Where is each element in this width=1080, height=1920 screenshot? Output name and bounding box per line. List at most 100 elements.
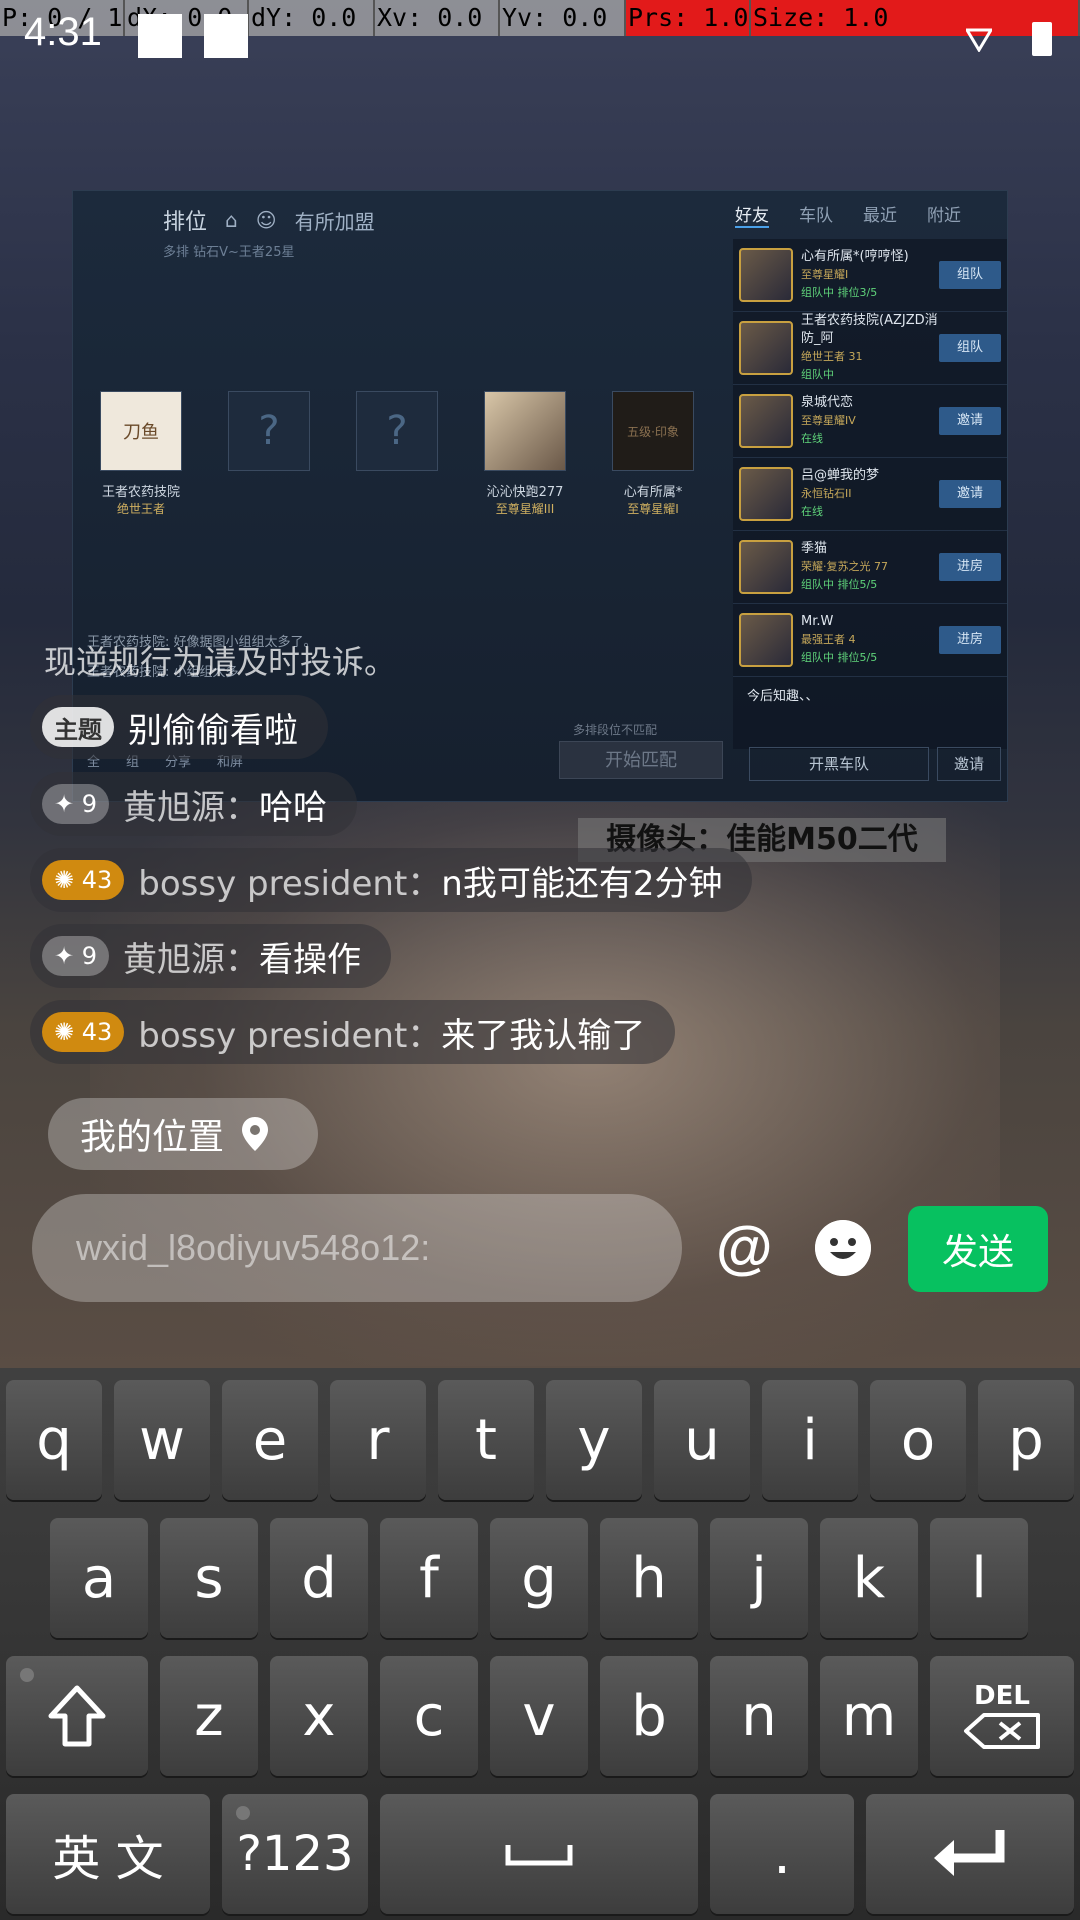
friend-list: 心有所属*(哼哼怪) 至尊星耀I 组队中 排位3/5 组队 王者农药技院(AZJZD… [733, 239, 1007, 749]
enter-key[interactable] [866, 1794, 1074, 1914]
friend-state: 在线 [801, 432, 823, 445]
key-e[interactable]: e [222, 1380, 318, 1500]
notification-icon [138, 14, 182, 58]
location-button[interactable]: 我的位置 [48, 1098, 318, 1170]
start-match-button: 开始匹配 [559, 741, 723, 779]
friend-avatar [739, 394, 793, 448]
key-h[interactable]: h [600, 1518, 698, 1638]
friend-action-button: 进房 [939, 626, 1001, 654]
language-switch-key[interactable]: 英 文 [6, 1794, 210, 1914]
battery-icon [1032, 22, 1052, 56]
friend-rank: 最强王者 4 [801, 633, 856, 646]
friend-rank: 绝世王者 31 [801, 350, 863, 363]
friend-avatar [739, 613, 793, 667]
key-q[interactable]: q [6, 1380, 102, 1500]
key-k[interactable]: k [820, 1518, 918, 1638]
message-username[interactable]: bossy president： [138, 856, 441, 905]
tab-friends: 好友 [735, 201, 769, 228]
symbols-label: ?123 [236, 1826, 354, 1882]
status-clock: 4:31 [24, 10, 102, 54]
team-slot: 沁沁快跑277 至尊星耀III [471, 391, 579, 517]
team-slots: 刀鱼 王者农药技院 绝世王者 ? ? 沁沁快跑277 至尊星耀III 五级·印象… [87, 391, 707, 517]
friend-avatar [739, 467, 793, 521]
send-button[interactable]: 发送 [908, 1206, 1048, 1292]
friend-avatar [739, 248, 793, 302]
debug-yv: Yv: 0.0 [500, 0, 626, 36]
friend-row: 季猫 荣耀·复苏之光 77 组队中 排位5/5 进房 [733, 531, 1007, 604]
friend-name: 季猫 [801, 541, 828, 556]
party-icon: ☺ [255, 208, 277, 232]
key-n[interactable]: n [710, 1656, 808, 1776]
mention-button[interactable]: @ [716, 1214, 773, 1281]
friend-rank: 荣耀·复苏之光 77 [801, 560, 888, 573]
key-x[interactable]: x [270, 1656, 368, 1776]
key-hint-dot [20, 1668, 34, 1682]
location-label: 我的位置 [80, 1117, 225, 1158]
friend-action-button: 邀请 [939, 407, 1001, 435]
key-w[interactable]: w [114, 1380, 210, 1500]
start-note: 多排段位不匹配 [573, 723, 658, 737]
player-rank: 至尊星耀I [627, 502, 679, 516]
key-d[interactable]: d [270, 1518, 368, 1638]
key-r[interactable]: r [330, 1380, 426, 1500]
space-key[interactable] [380, 1794, 698, 1914]
emoji-icon[interactable] [815, 1220, 871, 1276]
chat-message: ✦ 9 黄旭源： 哈哈 [30, 772, 358, 836]
friend-tabs: 好友 车队 最近 附近 [735, 201, 961, 228]
key-i[interactable]: i [762, 1380, 858, 1500]
key-j[interactable]: j [710, 1518, 808, 1638]
key-p[interactable]: p [978, 1380, 1074, 1500]
key-g[interactable]: g [490, 1518, 588, 1638]
chat-message: ✦ 9 黄旭源： 看操作 [30, 924, 392, 988]
friend-name: 心有所属*(哼哼怪) [801, 249, 909, 264]
game-mode-subtitle: 多排 钻石V~王者25星 [163, 245, 295, 260]
key-o[interactable]: o [870, 1380, 966, 1500]
friend-action-button: 组队 [939, 334, 1001, 362]
message-username[interactable]: 黄旭源： [123, 780, 259, 829]
period-key[interactable]: . [710, 1794, 854, 1914]
friend-name: 今后知趣、、 [747, 689, 819, 704]
fan-level-badge: ✺ 43 [42, 860, 125, 900]
symbols-key[interactable]: ?123 [222, 1794, 368, 1914]
chat-message: ✺ 43 bossy president： n我可能还有2分钟 [30, 848, 753, 912]
key-l[interactable]: l [930, 1518, 1028, 1638]
player-rank: 至尊星耀III [495, 502, 555, 516]
team-slot: 五级·印象 心有所属* 至尊星耀I [599, 391, 707, 517]
shift-key[interactable] [6, 1656, 148, 1776]
friend-state: 组队中 [801, 368, 834, 381]
friend-action-button: 进房 [939, 553, 1001, 581]
friend-rank: 至尊星耀I [801, 268, 849, 281]
empty-slot-icon: ? [228, 391, 310, 471]
key-m[interactable]: m [820, 1656, 918, 1776]
delete-label: DEL [974, 1681, 1030, 1711]
key-c[interactable]: c [380, 1656, 478, 1776]
message-text: 来了我认输了 [441, 1015, 646, 1056]
comment-input[interactable]: wxid_l8odiyuv548o12: [32, 1194, 682, 1302]
key-a[interactable]: a [50, 1518, 148, 1638]
comment-input-placeholder: wxid_l8odiyuv548o12: [76, 1227, 431, 1268]
chat-message: 主题 别偷偷看啦 [30, 695, 328, 759]
delete-key[interactable]: DEL [930, 1656, 1074, 1776]
friend-avatar [739, 321, 793, 375]
message-text: 哈哈 [259, 787, 328, 828]
player-name: 心有所属* [623, 485, 683, 500]
friend-rank: 永恒钻石II [801, 487, 852, 500]
player-avatar: 刀鱼 [100, 391, 182, 471]
fan-level-badge: ✺ 43 [42, 1012, 125, 1052]
message-username[interactable]: bossy president： [138, 1008, 441, 1057]
party-text: 有所加盟 [294, 209, 375, 234]
key-f[interactable]: f [380, 1518, 478, 1638]
friend-action-button: 邀请 [939, 480, 1001, 508]
friend-state: 组队中 排位3/5 [801, 286, 878, 299]
backspace-icon [964, 1713, 1040, 1749]
key-v[interactable]: v [490, 1656, 588, 1776]
key-u[interactable]: u [654, 1380, 750, 1500]
key-z[interactable]: z [160, 1656, 258, 1776]
message-username[interactable]: 黄旭源： [123, 932, 259, 981]
key-y[interactable]: y [546, 1380, 642, 1500]
key-s[interactable]: s [160, 1518, 258, 1638]
key-t[interactable]: t [438, 1380, 534, 1500]
friend-name: 吕@蝉我的梦 [801, 468, 880, 483]
chat-message: ✺ 43 bossy president： 来了我认输了 [30, 1000, 676, 1064]
key-b[interactable]: b [600, 1656, 698, 1776]
